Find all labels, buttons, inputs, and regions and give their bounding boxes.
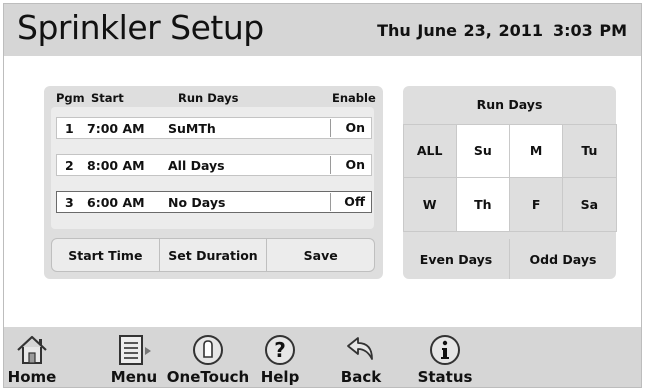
title-bar: Sprinkler Setup Thu June 23, 2011 3:03 PM [4, 4, 641, 56]
onetouch-icon [193, 335, 223, 365]
even-days-button[interactable]: Even Days [403, 239, 510, 279]
enable-toggle[interactable]: On [330, 119, 370, 137]
bottom-nav: Home Menu OneTouch ? Help Back Status [4, 327, 641, 387]
day-wednesday-button[interactable]: W [402, 177, 457, 232]
program-run-days: All Days [168, 158, 225, 173]
program-run-days: No Days [168, 195, 226, 210]
set-duration-button[interactable]: Set Duration [160, 239, 268, 271]
run-days-title: Run Days [476, 97, 543, 112]
program-number: 1 [65, 121, 74, 136]
date-time-display: Thu June 23, 2011 3:03 PM [377, 21, 627, 40]
page-title: Sprinkler Setup [17, 8, 264, 47]
program-run-days: SuMTh [168, 121, 216, 136]
start-time-button[interactable]: Start Time [52, 239, 160, 271]
day-friday-button[interactable]: F [509, 177, 564, 232]
day-grid: ALL Su M Tu W Th F Sa [402, 123, 617, 232]
column-header-run-days: Run Days [178, 91, 239, 105]
nav-status-label: Status [417, 368, 473, 386]
app-frame: Sprinkler Setup Thu June 23, 2011 3:03 PM… [3, 3, 642, 388]
info-icon [430, 335, 460, 365]
program-number: 3 [65, 195, 74, 210]
program-start-time: 8:00 AM [87, 158, 145, 173]
enable-toggle[interactable]: On [330, 156, 370, 174]
column-header-start: Start [91, 91, 124, 105]
program-row-3[interactable]: 3 6:00 AM No Days Off [56, 191, 372, 213]
day-sunday-button[interactable]: Su [455, 123, 510, 178]
program-table: 1 7:00 AM SuMTh On 2 8:00 AM All Days On… [51, 107, 374, 229]
time-text: 3:03 PM [552, 21, 627, 40]
program-panel: Pgm Start Run Days Enable 1 7:00 AM SuMT… [44, 86, 383, 279]
enable-toggle[interactable]: Off [330, 193, 370, 211]
day-thursday-button[interactable]: Th [455, 177, 510, 232]
program-start-time: 6:00 AM [87, 195, 145, 210]
day-tuesday-button[interactable]: Tu [562, 123, 617, 178]
date-text: Thu June 23, 2011 [377, 21, 543, 40]
odd-days-button[interactable]: Odd Days [510, 239, 616, 279]
nav-home[interactable]: Home [4, 327, 60, 387]
column-header-enable: Enable [332, 91, 376, 105]
nav-home-label: Home [7, 368, 57, 386]
program-action-bar: Start Time Set Duration Save [51, 238, 375, 272]
help-icon: ? [265, 335, 295, 365]
menu-icon [119, 335, 151, 365]
column-header-pgm: Pgm [56, 91, 85, 105]
nav-menu[interactable]: Menu [106, 327, 162, 387]
nav-help-label: Help [260, 368, 300, 386]
run-days-panel: Run Days ALL Su M Tu W Th F Sa Even Days… [402, 86, 617, 279]
nav-menu-label: Menu [110, 368, 158, 386]
home-icon [17, 335, 47, 364]
program-row-1[interactable]: 1 7:00 AM SuMTh On [56, 117, 372, 139]
nav-back-label: Back [340, 368, 382, 386]
program-row-2[interactable]: 2 8:00 AM All Days On [56, 154, 372, 176]
save-button[interactable]: Save [267, 239, 374, 271]
nav-back[interactable]: Back [336, 327, 386, 387]
nav-onetouch[interactable]: OneTouch [166, 327, 250, 387]
program-start-time: 7:00 AM [87, 121, 145, 136]
day-saturday-button[interactable]: Sa [562, 177, 617, 232]
program-number: 2 [65, 158, 74, 173]
back-arrow-icon [347, 337, 373, 360]
day-monday-button[interactable]: M [509, 123, 564, 178]
nav-help[interactable]: ? Help [257, 327, 303, 387]
nav-onetouch-label: OneTouch [166, 368, 250, 386]
nav-status[interactable]: Status [415, 327, 475, 387]
day-all-button[interactable]: ALL [402, 123, 457, 178]
svg-text:?: ? [274, 338, 286, 362]
even-odd-bar: Even Days Odd Days [403, 239, 616, 279]
